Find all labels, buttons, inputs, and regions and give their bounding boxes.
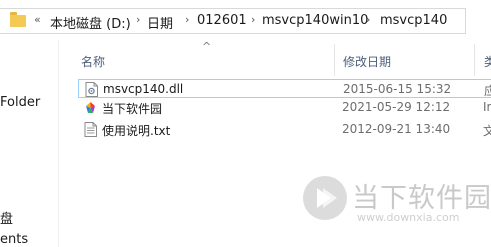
address-bar: « 本地磁盘 (D:) › 日期 › 012601 › msvcp140win1… [0,0,491,40]
file-name: msvcp140.dll [103,82,184,96]
file-date: 2015-06-15 15:32 [343,82,452,96]
file-date: 2012-09-21 13:40 [342,122,451,136]
chevron-right-icon[interactable]: › [251,13,255,26]
file-row[interactable]: 使用说明.txt 2012-09-21 13:40 文 [78,120,491,139]
crumb-msvcp140[interactable]: msvcp140 [380,13,447,28]
column-header: ^ 名称 修改日期 类 [59,40,491,78]
file-date: 2021-05-29 12:12 [342,100,451,114]
nav-item-documents[interactable]: ents [0,232,28,247]
breadcrumb[interactable]: « 本地磁盘 (D:) › 日期 › 012601 › msvcp140win1… [0,8,466,34]
file-type: In [483,100,491,114]
column-divider[interactable] [474,44,475,76]
file-name: 当下软件园 [102,102,163,116]
chevron-right-icon[interactable]: › [136,13,140,26]
crumb-drive[interactable]: 本地磁盘 (D:) [50,13,131,32]
crumb-012601[interactable]: 012601 [197,13,247,28]
crumb-msvcp140win10[interactable]: msvcp140win10 [262,13,368,28]
file-name: 使用说明.txt [102,124,171,138]
crumb-date[interactable]: 日期 [147,13,173,32]
chevron-right-icon[interactable]: › [366,13,370,26]
file-type: 应 [484,84,491,98]
file-row[interactable]: 当下软件园 2021-05-29 12:12 In [78,98,491,117]
internet-shortcut-icon [85,101,96,114]
nav-item-folder[interactable]: Folder [0,95,40,110]
file-type: 文 [483,124,491,138]
watermark-url: www.downxia.com [357,211,460,224]
overflow-chevron-icon[interactable]: « [34,13,41,26]
folder-icon [10,12,26,27]
column-type[interactable]: 类 [484,53,491,70]
navigation-pane: Folder 盘 ents [0,40,59,247]
column-divider[interactable] [334,44,335,76]
text-file-icon [84,122,97,137]
column-date-modified[interactable]: 修改日期 [343,53,391,70]
sort-up-icon: ^ [202,40,212,53]
file-row[interactable]: msvcp140.dll 2015-06-15 15:32 应 [78,79,491,98]
chevron-right-icon[interactable]: › [185,13,189,26]
column-name[interactable]: 名称 [81,53,105,70]
nav-item-disk[interactable]: 盘 [0,208,13,227]
brand-logo-icon [303,176,347,220]
watermark-brand: 当下软件园 [352,183,491,214]
dll-file-icon [85,82,98,97]
